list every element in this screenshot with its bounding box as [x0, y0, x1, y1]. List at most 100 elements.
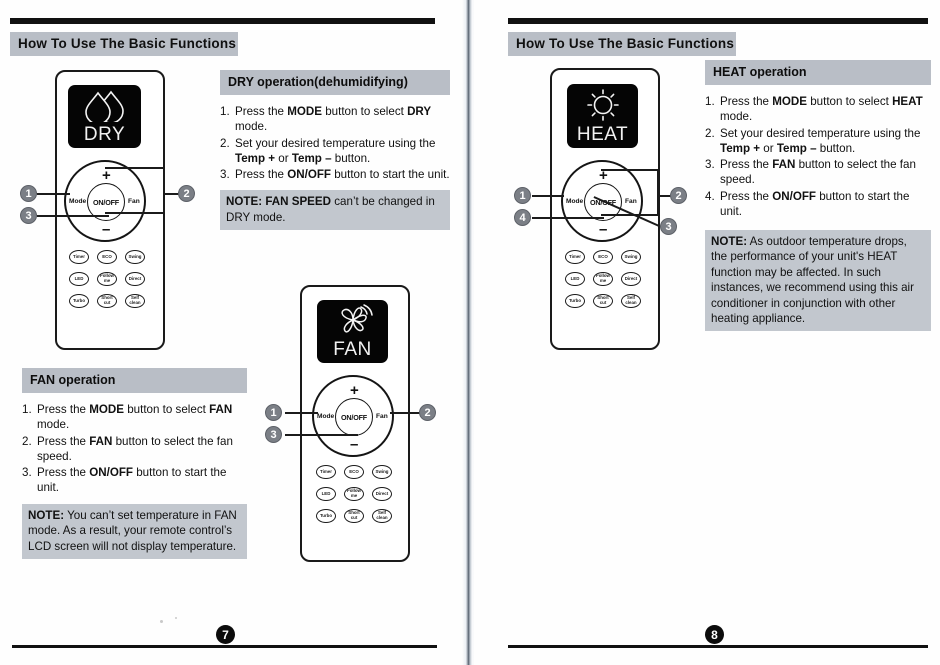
- step-item: 3. Press the ON/OFF button to start the u…: [22, 466, 227, 495]
- leader-line-1: [285, 412, 318, 414]
- key-direct[interactable]: Direct: [621, 272, 641, 286]
- step-item: 2. Set your desired temperature using the…: [705, 126, 921, 155]
- key-swing[interactable]: Swing: [372, 465, 392, 479]
- bottom-rule: [508, 645, 928, 648]
- steps-list: 1. Press the MODE button to select FAN mo…: [22, 402, 247, 496]
- key-short-cut[interactable]: Short cut: [97, 294, 117, 308]
- key-turbo[interactable]: Turbo: [565, 294, 585, 308]
- lcd-screen-fan: FAN: [317, 300, 388, 363]
- key-led[interactable]: LED: [69, 272, 89, 286]
- temp-down-button[interactable]: –: [599, 222, 607, 237]
- step-number: 4.: [705, 189, 715, 203]
- lcd-screen-heat: HEAT: [567, 84, 638, 148]
- key-timer[interactable]: Timer: [565, 250, 585, 264]
- control-dial-fan[interactable]: + – Mode Fan ON/OFF: [312, 375, 394, 457]
- key-direct[interactable]: Direct: [125, 272, 145, 286]
- fan-button[interactable]: Fan: [128, 198, 140, 205]
- key-self-clean[interactable]: Self clean: [125, 294, 145, 308]
- note-box-heat: NOTE: As outdoor temperature drops, the …: [705, 230, 931, 332]
- page-right: How To Use The Basic Functions HEAT + – …: [474, 0, 940, 665]
- callout-4: 4: [514, 209, 531, 226]
- key-led[interactable]: LED: [565, 272, 585, 286]
- temp-down-button[interactable]: –: [350, 437, 358, 452]
- step-item: 2. Press the FAN button to select the fan…: [22, 434, 233, 463]
- step-number: 3.: [220, 168, 230, 182]
- key-follow-me[interactable]: Follow me: [344, 487, 364, 501]
- scan-speck: [175, 617, 177, 619]
- key-turbo[interactable]: Turbo: [316, 509, 336, 523]
- temp-down-button[interactable]: –: [102, 222, 110, 237]
- lcd-screen-dry: DRY: [68, 85, 141, 148]
- key-short-cut[interactable]: Short cut: [344, 509, 364, 523]
- top-rule: [10, 18, 435, 24]
- leader-line-3: [285, 434, 358, 436]
- panel-heat-operation: HEAT operation 1. Press the MODE button t…: [705, 60, 931, 220]
- key-swing[interactable]: Swing: [125, 250, 145, 264]
- panel-title: HEAT operation: [705, 60, 931, 85]
- leader-line-1: [532, 195, 564, 197]
- power-button[interactable]: ON/OFF: [335, 398, 373, 436]
- mode-button[interactable]: Mode: [317, 413, 334, 420]
- leader-line-2: [390, 412, 422, 414]
- control-dial-dry[interactable]: + – Mode Fan ON/OFF: [64, 160, 146, 242]
- step-number: 2.: [705, 126, 715, 140]
- keypad-dry: Timer ECO Swing LED Follow me Direct Tur…: [69, 250, 149, 312]
- lcd-mode-label: FAN: [333, 339, 372, 360]
- top-rule: [508, 18, 928, 24]
- step-number: 1.: [220, 105, 230, 118]
- key-turbo[interactable]: Turbo: [69, 294, 89, 308]
- mode-button[interactable]: Mode: [566, 198, 583, 205]
- scan-speck: [160, 620, 163, 623]
- note-box: NOTE: You can’t set temperature in FAN m…: [22, 503, 247, 559]
- key-self-clean[interactable]: Self clean: [621, 294, 641, 308]
- lcd-mode-label: HEAT: [576, 124, 629, 145]
- key-led[interactable]: LED: [316, 487, 336, 501]
- leader-line-2-top: [105, 167, 165, 169]
- remote-dry: DRY + – Mode Fan ON/OFF Timer ECO Swing …: [55, 70, 165, 350]
- key-eco[interactable]: ECO: [344, 465, 364, 479]
- panel-fan-operation: FAN operation 1. Press the MODE button to…: [22, 368, 247, 559]
- step-number: 3.: [705, 158, 715, 172]
- key-eco[interactable]: ECO: [97, 250, 117, 264]
- keypad-fan: Timer ECO Swing LED Follow me Direct Tur…: [316, 465, 396, 527]
- step-number: 2.: [22, 434, 32, 448]
- panel-title: DRY operation(dehumidifying): [220, 70, 450, 95]
- leader-bracket-2: [657, 169, 659, 215]
- step-number: 1.: [22, 403, 32, 416]
- step-item: 4. Press the ON/OFF button to start the u…: [705, 189, 910, 219]
- fan-button[interactable]: Fan: [376, 413, 388, 420]
- mode-button[interactable]: Mode: [69, 198, 86, 205]
- key-self-clean[interactable]: Self clean: [372, 509, 392, 523]
- leader-bracket-2: [163, 167, 165, 213]
- temp-up-button[interactable]: +: [102, 168, 111, 183]
- fan-button[interactable]: Fan: [625, 198, 637, 205]
- callout-1: 1: [514, 187, 531, 204]
- key-short-cut[interactable]: Short cut: [593, 294, 613, 308]
- remote-fan: FAN + – Mode Fan ON/OFF Timer ECO Swing …: [300, 285, 410, 562]
- step-number: 2.: [220, 136, 230, 150]
- leader-line-2-bottom: [105, 212, 165, 214]
- key-timer[interactable]: Timer: [316, 465, 336, 479]
- callout-3: 3: [660, 218, 677, 235]
- key-swing[interactable]: Swing: [621, 250, 641, 264]
- step-item: 1. Press the MODE button to select DRY mo…: [220, 105, 432, 134]
- key-follow-me[interactable]: Follow me: [97, 272, 117, 286]
- sun-icon: [567, 84, 638, 125]
- callout-1: 1: [20, 185, 37, 202]
- callout-3: 3: [265, 426, 282, 443]
- key-timer[interactable]: Timer: [69, 250, 89, 264]
- callout-3: 3: [20, 207, 37, 224]
- leader-line-4: [532, 217, 604, 219]
- temp-up-button[interactable]: +: [350, 383, 359, 398]
- page-number: 7: [216, 625, 235, 644]
- page-number: 8: [705, 625, 724, 644]
- key-direct[interactable]: Direct: [372, 487, 392, 501]
- step-number: 1.: [705, 95, 715, 108]
- remote-heat: HEAT + – Mode Fan ON/OFF Timer ECO Swing…: [550, 68, 660, 350]
- key-eco[interactable]: ECO: [593, 250, 613, 264]
- leader-line-2-top: [601, 169, 659, 171]
- panel-dry-operation: DRY operation(dehumidifying) 1. Press the…: [220, 70, 450, 231]
- key-follow-me[interactable]: Follow me: [593, 272, 613, 286]
- step-item: 3. Press the FAN button to select the fan…: [705, 158, 916, 187]
- callout-2: 2: [178, 185, 195, 202]
